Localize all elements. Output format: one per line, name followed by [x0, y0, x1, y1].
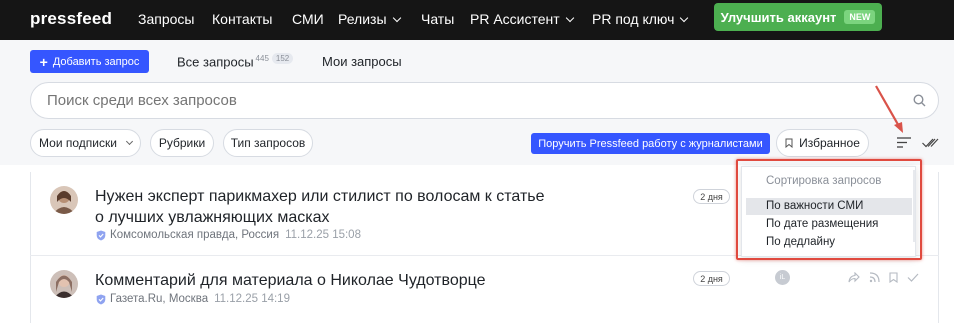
request-title[interactable]: Нужен эксперт парикмахер или стилист по …: [95, 186, 545, 228]
request-date: 11.12.25 15:08: [285, 229, 361, 241]
request-outlet[interactable]: Газета.Ru, Москва: [110, 293, 208, 305]
mini-avatar: iL: [775, 270, 790, 285]
request-type-filter[interactable]: Тип запросов: [223, 129, 313, 157]
add-request-button[interactable]: + Добавить запрос: [30, 50, 149, 73]
chevron-down-icon: [565, 13, 574, 23]
nav-item-pr-assistant[interactable]: PR Ассистент: [470, 11, 574, 27]
rss-icon[interactable]: [869, 272, 880, 283]
nav-item-pr-turnkey-label: PR под ключ: [592, 11, 675, 27]
request-date: 11.12.25 14:19: [214, 293, 290, 305]
verified-shield-icon: [96, 294, 106, 304]
plus-icon: +: [39, 53, 48, 70]
upgrade-account-label: Улучшить аккаунт: [720, 9, 837, 25]
request-meta: Комсомольская правда, Россия 11.12.25 15…: [96, 229, 361, 241]
bookmark-icon[interactable]: [889, 272, 898, 283]
tab-all-label: Все запросы: [177, 54, 254, 70]
search-input[interactable]: [47, 92, 867, 109]
chevron-down-icon: [125, 137, 133, 145]
rubrics-filter[interactable]: Рубрики: [150, 129, 214, 157]
logo[interactable]: pressfeed: [30, 9, 112, 29]
tab-all-requests[interactable]: Все запросы 445 152: [177, 53, 294, 70]
new-badge: NEW: [844, 10, 876, 24]
search-icon[interactable]: [913, 94, 926, 107]
upgrade-account-button[interactable]: Улучшить аккаунт NEW: [714, 3, 882, 31]
nav-item-pr-turnkey[interactable]: PR под ключ: [592, 11, 689, 27]
request-outlet[interactable]: Комсомольская правда, Россия: [110, 229, 279, 241]
tab-my-requests[interactable]: Мои запросы: [322, 54, 402, 69]
annotation-arrow-icon: [875, 85, 903, 133]
request-meta: Газета.Ru, Москва 11.12.25 14:19: [96, 293, 290, 305]
verified-shield-icon: [96, 230, 106, 240]
assign-journalists-button[interactable]: Поручить Pressfeed работу с журналистами: [531, 133, 770, 154]
nav-item-contacts[interactable]: Контакты: [212, 11, 272, 27]
deadline-badge: 2 дня: [693, 189, 730, 204]
deadline-badge: 2 дня: [693, 271, 730, 286]
subscriptions-label: Мои подписки: [39, 136, 117, 150]
nav-item-releases-label: Релизы: [338, 11, 387, 27]
top-navigation: pressfeed Запросы Контакты СМИ Релизы Ча…: [0, 0, 954, 40]
tab-all-new-count: 152: [271, 53, 294, 65]
nav-item-pr-assistant-label: PR Ассистент: [470, 11, 560, 27]
sort-icon[interactable]: [897, 137, 911, 148]
annotation-highlight: [736, 159, 922, 260]
avatar: [50, 270, 78, 298]
mark-all-read-icon[interactable]: [922, 138, 939, 148]
search-bar[interactable]: [30, 82, 939, 119]
request-actions: iL: [775, 270, 919, 285]
nav-item-chats[interactable]: Чаты: [421, 11, 454, 27]
chevron-down-icon: [392, 13, 401, 23]
nav-item-releases[interactable]: Релизы: [338, 11, 401, 27]
bookmark-icon: [785, 138, 793, 148]
favorites-filter[interactable]: Избранное: [776, 129, 869, 157]
subscriptions-filter[interactable]: Мои подписки: [30, 129, 141, 157]
chevron-down-icon: [680, 13, 689, 23]
request-title[interactable]: Комментарий для материала о Николае Чудо…: [95, 270, 545, 291]
share-icon[interactable]: [848, 272, 860, 283]
avatar: [50, 186, 78, 214]
favorites-label: Избранное: [799, 136, 860, 150]
nav-item-media[interactable]: СМИ: [292, 11, 324, 27]
tab-all-count: 445: [255, 54, 269, 63]
add-request-label: Добавить запрос: [52, 55, 140, 68]
nav-item-requests[interactable]: Запросы: [138, 11, 194, 27]
check-icon[interactable]: [907, 273, 919, 282]
